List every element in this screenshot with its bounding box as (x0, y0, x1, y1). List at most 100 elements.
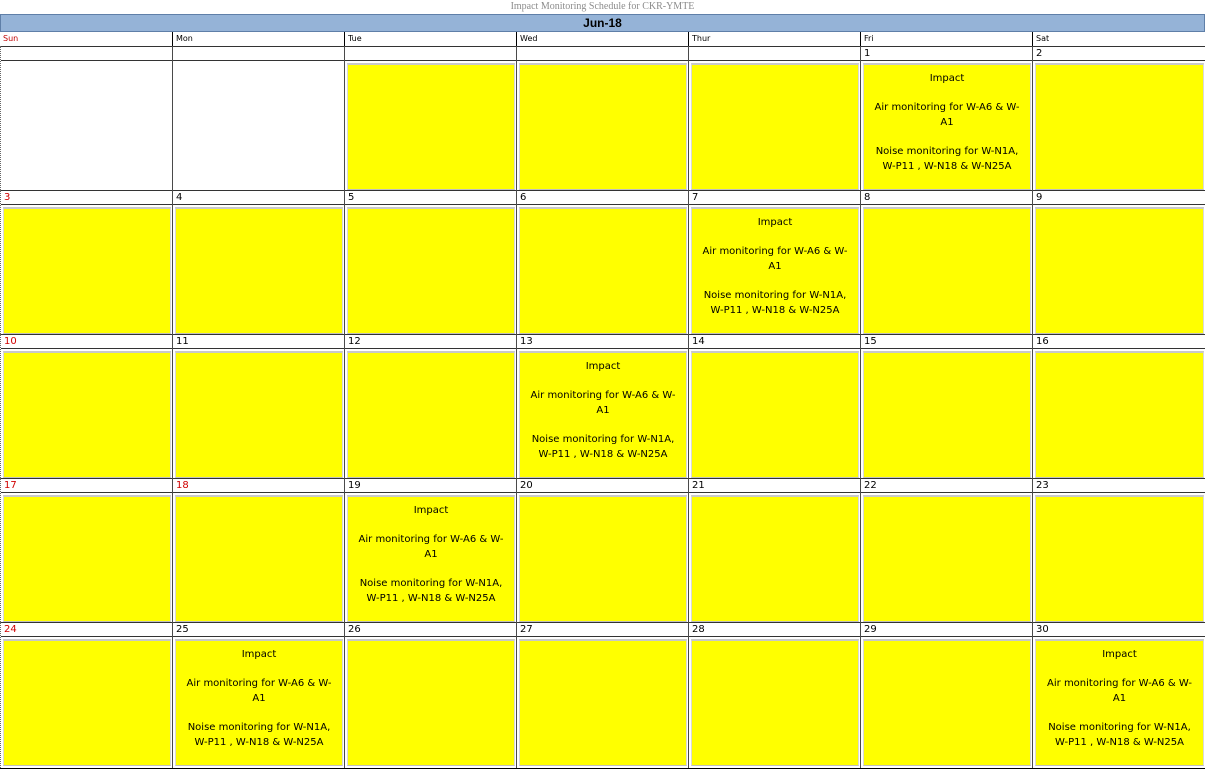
monitoring-event: Impact Air monitoring for W-A6 & W-A1 Nois… (870, 71, 1024, 174)
scheduled-day-area (175, 495, 343, 622)
day-number: 10 (1, 334, 172, 349)
day-number (345, 46, 516, 61)
day-number: 8 (861, 190, 1032, 205)
day-number: 5 (345, 190, 516, 205)
day-cell[interactable]: 23 (1032, 478, 1205, 624)
day-number: 24 (1, 622, 172, 637)
event-air-monitoring: Air monitoring for W-A6 & W-A1 (1047, 678, 1192, 704)
day-cell[interactable]: 25 Impact Air monitoring for W-A6 & W-A1 No… (172, 622, 344, 768)
monitoring-event: Impact Air monitoring for W-A6 & W-A1 Nois… (182, 647, 336, 750)
scheduled-day-area (347, 63, 515, 190)
day-cell[interactable]: 2 (1032, 46, 1205, 192)
month-header: Jun-18 (0, 14, 1205, 32)
scheduled-day-area (863, 495, 1031, 622)
day-cell[interactable]: 1 Impact Air monitoring for W-A6 & W-A1 Noi… (860, 46, 1032, 192)
day-cell[interactable] (344, 46, 516, 192)
event-heading: Impact (1102, 649, 1137, 660)
day-cell[interactable]: 6 (516, 190, 688, 336)
day-cell[interactable]: 24 (0, 622, 172, 768)
day-number: 28 (689, 622, 860, 637)
scheduled-day-area: Impact Air monitoring for W-A6 & W-A1 Nois… (347, 495, 515, 622)
day-cell[interactable]: 22 (860, 478, 1032, 624)
day-number: 16 (1033, 334, 1205, 349)
day-cell[interactable]: 7 Impact Air monitoring for W-A6 & W-A1 Noi… (688, 190, 860, 336)
scheduled-day-area (3, 639, 171, 766)
scheduled-day-area (863, 207, 1031, 334)
scheduled-day-area (519, 63, 687, 190)
day-cell[interactable]: 28 (688, 622, 860, 768)
event-spacer (182, 706, 336, 720)
scheduled-day-area (347, 351, 515, 478)
day-number: 1 (861, 46, 1032, 61)
scheduled-day-area (3, 207, 171, 334)
day-cell[interactable]: 29 (860, 622, 1032, 768)
day-number: 2 (1033, 46, 1205, 61)
event-air-monitoring: Air monitoring for W-A6 & W-A1 (358, 534, 504, 560)
day-number: 6 (517, 190, 688, 205)
event-noise-monitoring: Noise monitoring for W-N1A, W-P11 , W-N1… (703, 290, 847, 316)
event-noise-monitoring: Noise monitoring for W-N1A, W-P11 , W-N1… (1048, 722, 1191, 748)
grid-bottom-border (0, 768, 1205, 769)
scheduled-day-area (691, 63, 859, 190)
scheduled-day-area (1035, 63, 1204, 190)
scheduled-day-area (347, 639, 515, 766)
scheduled-day-area: Impact Air monitoring for W-A6 & W-A1 Nois… (863, 63, 1031, 190)
day-number: 12 (345, 334, 516, 349)
scheduled-day-area (519, 207, 687, 334)
scheduled-day-area (691, 351, 859, 478)
day-cell[interactable]: 14 (688, 334, 860, 480)
weekday-mon: Mon (172, 32, 344, 46)
weekday-thur: Thur (688, 32, 860, 46)
day-cell[interactable]: 3 (0, 190, 172, 336)
event-heading: Impact (757, 217, 793, 228)
day-number: 23 (1033, 478, 1205, 493)
day-cell[interactable]: 10 (0, 334, 172, 480)
day-cell[interactable]: 15 (860, 334, 1032, 480)
day-number: 11 (173, 334, 344, 349)
day-cell[interactable]: 21 (688, 478, 860, 624)
day-number: 9 (1033, 190, 1205, 205)
weekday-sun: Sun (3, 34, 19, 43)
day-cell[interactable]: 13 Impact Air monitoring for W-A6 & W-A1 No… (516, 334, 688, 480)
day-number: 19 (345, 478, 516, 493)
day-cell[interactable]: 16 (1032, 334, 1205, 480)
event-noise-monitoring: Noise monitoring for W-N1A, W-P11 , W-N1… (359, 578, 503, 604)
day-number (517, 46, 688, 61)
day-cell[interactable]: 4 (172, 190, 344, 336)
day-cell[interactable]: 11 (172, 334, 344, 480)
day-number: 4 (173, 190, 344, 205)
event-heading: Impact (585, 361, 621, 372)
event-air-monitoring: Air monitoring for W-A6 & W-A1 (874, 102, 1020, 128)
event-spacer (526, 374, 680, 388)
day-number (689, 46, 860, 61)
event-noise-monitoring: Noise monitoring for W-N1A, W-P11 , W-N1… (187, 722, 331, 748)
scheduled-day-area (519, 495, 687, 622)
day-cell[interactable] (688, 46, 860, 192)
calendar-title: Impact Monitoring Schedule for CKR-YMTE (510, 1, 695, 12)
scheduled-day-area (347, 207, 515, 334)
day-number: 22 (861, 478, 1032, 493)
event-heading: Impact (929, 73, 965, 84)
day-cell[interactable]: 8 (860, 190, 1032, 336)
day-cell[interactable] (172, 46, 344, 192)
day-cell[interactable]: 5 (344, 190, 516, 336)
monitoring-event: Impact Air monitoring for W-A6 & W-A1 Nois… (1042, 647, 1197, 750)
day-cell[interactable]: 26 (344, 622, 516, 768)
day-number: 30 (1033, 622, 1205, 637)
day-cell[interactable]: 9 (1032, 190, 1205, 336)
day-cell[interactable] (0, 46, 172, 192)
day-cell[interactable]: 12 (344, 334, 516, 480)
day-cell[interactable]: 20 (516, 478, 688, 624)
day-cell[interactable]: 17 (0, 478, 172, 624)
day-cell[interactable]: 18 (172, 478, 344, 624)
empty-day-area (3, 63, 171, 190)
day-cell[interactable]: 30 Impact Air monitoring for W-A6 & W-A1 No… (1032, 622, 1205, 768)
day-number: 17 (1, 478, 172, 493)
day-cell[interactable] (516, 46, 688, 192)
scheduled-day-area (519, 639, 687, 766)
scheduled-day-area: Impact Air monitoring for W-A6 & W-A1 Nois… (519, 351, 687, 478)
day-cell[interactable]: 27 (516, 622, 688, 768)
day-cell[interactable]: 19 Impact Air monitoring for W-A6 & W-A1 No… (344, 478, 516, 624)
day-number: 20 (517, 478, 688, 493)
event-spacer (870, 86, 1024, 100)
